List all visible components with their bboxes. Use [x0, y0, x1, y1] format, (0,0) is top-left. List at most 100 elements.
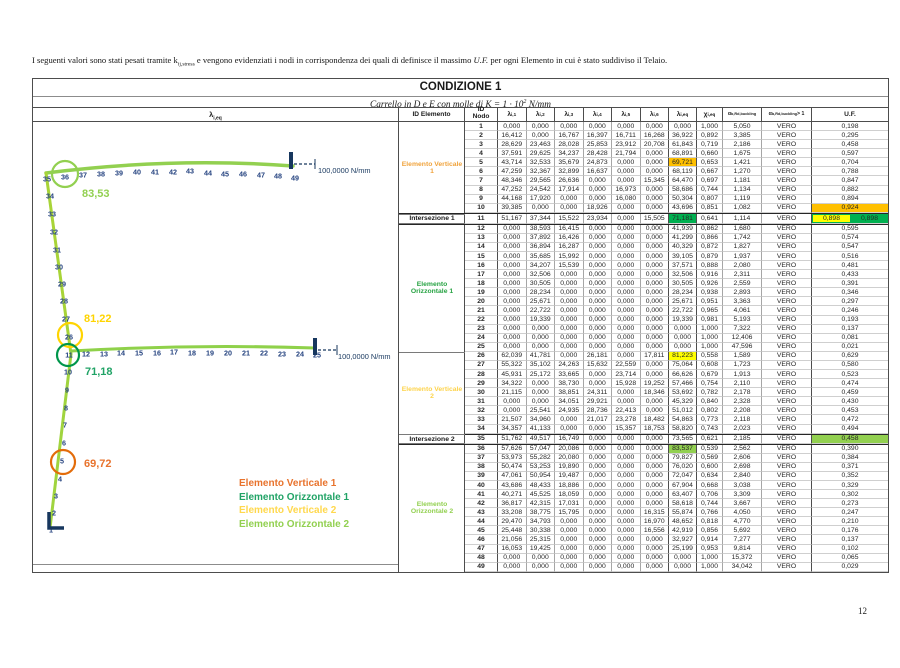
cell-value: 0,494	[811, 425, 888, 434]
cell-value: 0,000	[641, 545, 670, 554]
cell-value: 30,505	[527, 279, 556, 288]
cell-value: 30,338	[527, 526, 556, 535]
cell-value: 22,722	[668, 306, 697, 315]
node-label: 40	[133, 168, 141, 177]
cell-value: 0,580	[811, 361, 888, 370]
table-row: 3321,50734,9600,00021,01723,27818,48254,…	[399, 415, 888, 424]
cell-value: 1,181	[723, 176, 762, 185]
cell-value: 25,541	[527, 406, 556, 415]
legend-item: Elemento Orizzontale 2	[239, 518, 349, 532]
cell-value: VERO	[762, 343, 812, 352]
cell-node-id: 15	[465, 252, 498, 261]
table-row: 328,62923,46328,02825,85323,91220,70861,…	[399, 140, 888, 149]
cell-value: 0,744	[697, 499, 723, 508]
table-row: 3753,97355,28220,0800,0000,0000,00079,82…	[399, 454, 888, 463]
cell-value: 0,000	[641, 397, 670, 406]
cell-value: 0,000	[641, 158, 670, 167]
cell-value: 16,412	[498, 131, 527, 140]
cell-value: 0,000	[498, 554, 527, 563]
cell-value: 36,894	[527, 243, 556, 252]
cell-value: 0,000	[641, 334, 670, 343]
cell-value: 25,853	[584, 140, 613, 149]
cell-value: 0,000	[612, 225, 641, 234]
cell-value: 34,322	[498, 379, 527, 388]
cell-node-id: 49	[465, 563, 498, 572]
table-row: 4043,68648,43318,8860,0000,0000,00067,90…	[399, 481, 888, 490]
cell-value: 1,000	[697, 554, 723, 563]
cell-value: 0,391	[811, 279, 888, 288]
cell-value: VERO	[762, 334, 812, 343]
cell-value: 0,595	[811, 225, 888, 234]
cell-node-id: 36	[465, 445, 498, 454]
cell-value: 1,589	[723, 352, 762, 361]
cell-value: 15,372	[723, 554, 762, 563]
diagram-panel: 1234567891011121314151617181920212223242…	[33, 107, 399, 572]
cell-value: 47,259	[498, 167, 527, 176]
legend-item: Elemento Verticale 2	[239, 504, 349, 518]
intro-text-part1: I seguenti valori sono stati pesati tram…	[32, 55, 178, 65]
cell-value: VERO	[762, 563, 812, 572]
cell-value: 0,000	[612, 472, 641, 481]
cell-value: 0,474	[811, 379, 888, 388]
cell-value: 0,802	[697, 406, 723, 415]
cell-value: VERO	[762, 481, 812, 490]
node-label: 18	[188, 349, 196, 358]
cell-value: 2,562	[723, 445, 762, 454]
cell-value: 0,000	[612, 490, 641, 499]
cell-value: 26,181	[584, 352, 613, 361]
cell-value: 0,000	[668, 563, 697, 572]
cell-value: 0,000	[498, 243, 527, 252]
cell-value: 0,000	[641, 288, 670, 297]
cell-value: 33,208	[498, 508, 527, 517]
cell-value: 0,704	[811, 158, 888, 167]
cell-value: 0,000	[612, 435, 641, 444]
cell-value: 0,653	[697, 158, 723, 167]
table-row: 250,0000,0000,0000,0000,0000,0000,0001,0…	[399, 343, 888, 352]
cell-value: 0,000	[641, 316, 670, 325]
cell-value: 0,000	[584, 176, 613, 185]
cell-value: 0,000	[612, 526, 641, 535]
cell-value: 0,892	[697, 131, 723, 140]
cell-value: 37,892	[527, 234, 556, 243]
cell-value: 50,474	[498, 463, 527, 472]
cell-value: 0,000	[612, 454, 641, 463]
cell-value: 47,252	[498, 186, 527, 195]
cell-value: 0,000	[498, 306, 527, 315]
cell-value: 0,000	[527, 563, 556, 572]
cell-value: 32,899	[555, 167, 584, 176]
cell-value: 0,000	[612, 279, 641, 288]
cell-value: 38,593	[527, 225, 556, 234]
cell-value: 0,754	[697, 379, 723, 388]
cell-value: VERO	[762, 472, 812, 481]
cell-value: 16,767	[555, 131, 584, 140]
node-label: 5	[60, 457, 64, 466]
cell-value: 0,302	[811, 490, 888, 499]
cell-value: 0,000	[527, 122, 556, 131]
cell-value: 44,168	[498, 195, 527, 204]
node-label: 46	[239, 170, 247, 179]
cell-value: 0,000	[612, 352, 641, 361]
node-label: 3	[54, 492, 58, 501]
cell-value: VERO	[762, 306, 812, 315]
cell-value: 2,186	[723, 140, 762, 149]
cell-value: 81,223	[668, 352, 697, 361]
cell-node-id: 19	[465, 288, 498, 297]
cell-value: 0,000	[612, 158, 641, 167]
cell-node-id: 3	[465, 140, 498, 149]
cell-value: 21,794	[612, 149, 641, 158]
cell-value: 1,000	[697, 122, 723, 131]
cell-value: VERO	[762, 149, 812, 158]
cell-value: VERO	[762, 379, 812, 388]
cell-value: 19,339	[527, 316, 556, 325]
cell-value: 2,606	[723, 454, 762, 463]
cell-value: 0,000	[584, 306, 613, 315]
cell-value: 0,773	[697, 415, 723, 424]
cell-value: 2,208	[723, 406, 762, 415]
cell-value: 0,430	[811, 397, 888, 406]
table-row: 160,00034,20715,5390,0000,0000,00037,571…	[399, 261, 888, 270]
element-group-label: Elemento Orizzontale 1	[399, 223, 465, 352]
table-body: 10,0000,0000,0000,0000,0000,0000,0001,00…	[399, 122, 888, 572]
cell-value: 43,686	[498, 481, 527, 490]
cell-value: 0,458	[811, 140, 888, 149]
cell-value: 7,322	[723, 325, 762, 334]
